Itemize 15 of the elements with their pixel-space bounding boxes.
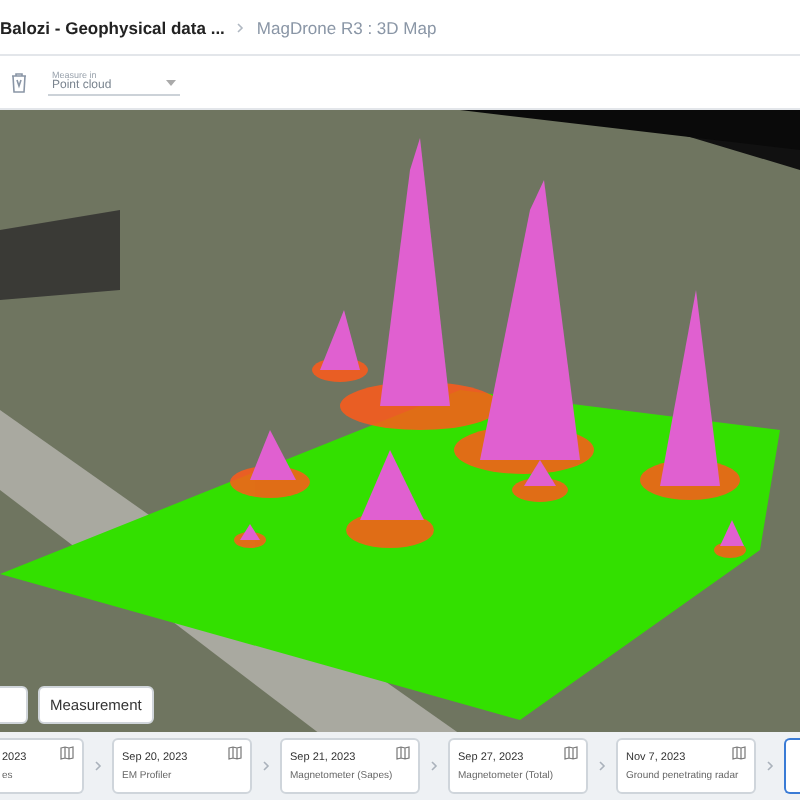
timeline-card[interactable]	[784, 738, 800, 794]
chevron-icon	[262, 760, 270, 772]
chevron-icon	[430, 760, 438, 772]
trash-icon[interactable]	[10, 71, 28, 93]
chevron-icon	[766, 760, 774, 772]
map-icon[interactable]	[228, 746, 242, 760]
caret-icon	[166, 80, 176, 86]
map-icon[interactable]	[732, 746, 746, 760]
map-icon[interactable]	[60, 746, 74, 760]
chevron-icon	[94, 760, 102, 772]
chevron-icon	[236, 21, 245, 33]
map-icon[interactable]	[564, 746, 578, 760]
chevron-icon	[598, 760, 606, 772]
breadcrumb-link[interactable]: Balozi - Geophysical data ...	[0, 17, 225, 37]
map-icon[interactable]	[396, 746, 410, 760]
